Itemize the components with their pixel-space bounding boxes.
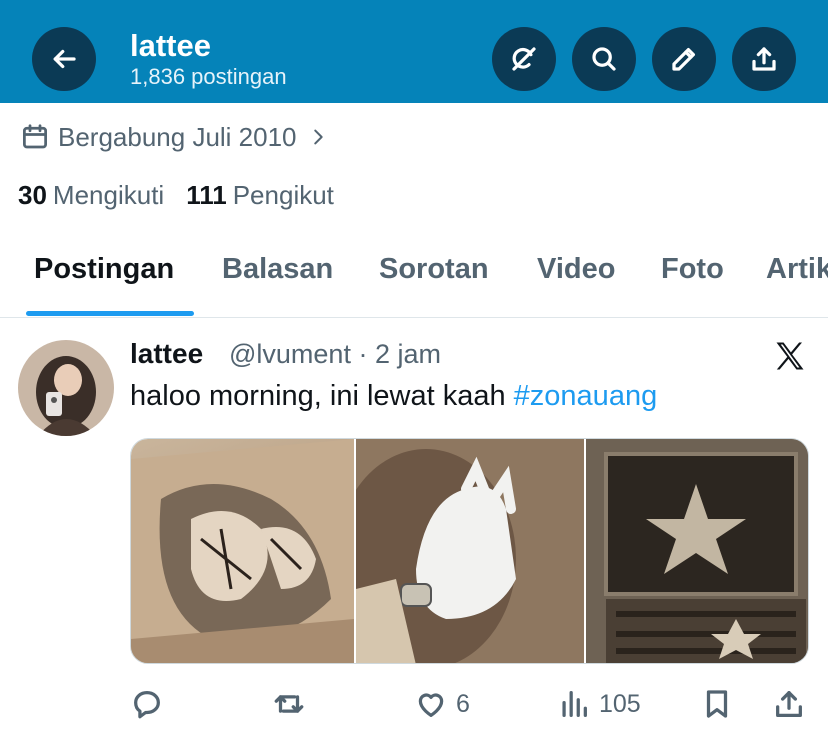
arrow-left-icon <box>53 49 76 69</box>
repost-icon <box>274 695 304 713</box>
tab-highlights[interactable]: Sorotan <box>379 253 489 286</box>
followers-link[interactable]: 111 Pengikut <box>186 180 334 211</box>
bookmark-button[interactable] <box>700 682 734 726</box>
tweet-text-body: haloo morning, ini lewat kaah <box>130 380 514 412</box>
avatar-photo <box>18 340 114 436</box>
share-button[interactable] <box>732 27 796 91</box>
tweet-text: haloo morning, ini lewat kaah #zonauang <box>130 380 657 413</box>
tab-articles[interactable]: Artikel <box>766 253 828 286</box>
following-link[interactable]: 30 Mengikuti <box>18 180 164 211</box>
share-tweet-button[interactable] <box>772 682 806 726</box>
follow-stats: 30 Mengikuti 111 Pengikut <box>18 180 334 211</box>
views-icon <box>562 691 587 717</box>
tab-posts[interactable]: Postingan <box>34 253 174 286</box>
tab-replies[interactable]: Balasan <box>222 253 333 286</box>
heart-icon <box>418 693 444 717</box>
profile-header: lattee 1,836 postingan <box>0 0 828 103</box>
following-label: Mengikuti <box>52 180 165 210</box>
profile-name: lattee <box>130 28 211 63</box>
share-icon <box>776 691 802 717</box>
active-tab-indicator <box>26 311 194 316</box>
reply-icon <box>134 691 160 719</box>
following-count: 30 <box>18 180 47 210</box>
post-count: 1,836 postingan <box>130 64 287 89</box>
view-count: 105 <box>599 689 641 718</box>
share-icon <box>752 47 776 71</box>
grok-button[interactable] <box>492 27 556 91</box>
search-button[interactable] <box>572 27 636 91</box>
star-box-photo[interactable] <box>586 439 808 663</box>
bookmark-icon <box>706 690 728 718</box>
white-glove-hand-photo[interactable] <box>336 439 584 663</box>
manga-drawing-photo[interactable] <box>131 439 354 663</box>
reply-button[interactable] <box>130 682 172 726</box>
tweet-media[interactable] <box>130 438 809 664</box>
back-button[interactable] <box>32 27 96 91</box>
followers-label: Pengikut <box>232 180 334 210</box>
pencil-icon <box>672 48 695 71</box>
hashtag-link[interactable]: #zonauang <box>514 380 658 412</box>
join-date-label: Bergabung Juli 2010 <box>58 121 297 152</box>
avatar[interactable] <box>18 340 114 436</box>
tweet-actions: 6 105 <box>0 682 828 728</box>
x-logo-icon <box>776 342 804 370</box>
profile-tabs: Postingan Balasan Sorotan Video Foto Art… <box>0 240 828 318</box>
views-button[interactable]: 105 <box>557 682 641 726</box>
repost-button[interactable] <box>272 682 314 726</box>
followers-count: 111 <box>186 180 227 210</box>
chevron-right-icon <box>313 129 323 145</box>
tweet-handle-time: @lvument · 2 jam <box>229 339 441 369</box>
like-button[interactable]: 6 <box>414 682 470 726</box>
like-count: 6 <box>456 689 470 718</box>
tab-photos[interactable]: Foto <box>661 253 724 286</box>
calendar-icon <box>23 124 47 149</box>
join-date[interactable]: Bergabung Juli 2010 <box>20 120 329 154</box>
grok-icon <box>512 47 536 71</box>
search-icon <box>592 47 616 71</box>
tab-video[interactable]: Video <box>537 253 615 286</box>
compose-button[interactable] <box>652 27 716 91</box>
tweet-author-name[interactable]: lattee <box>130 338 203 370</box>
